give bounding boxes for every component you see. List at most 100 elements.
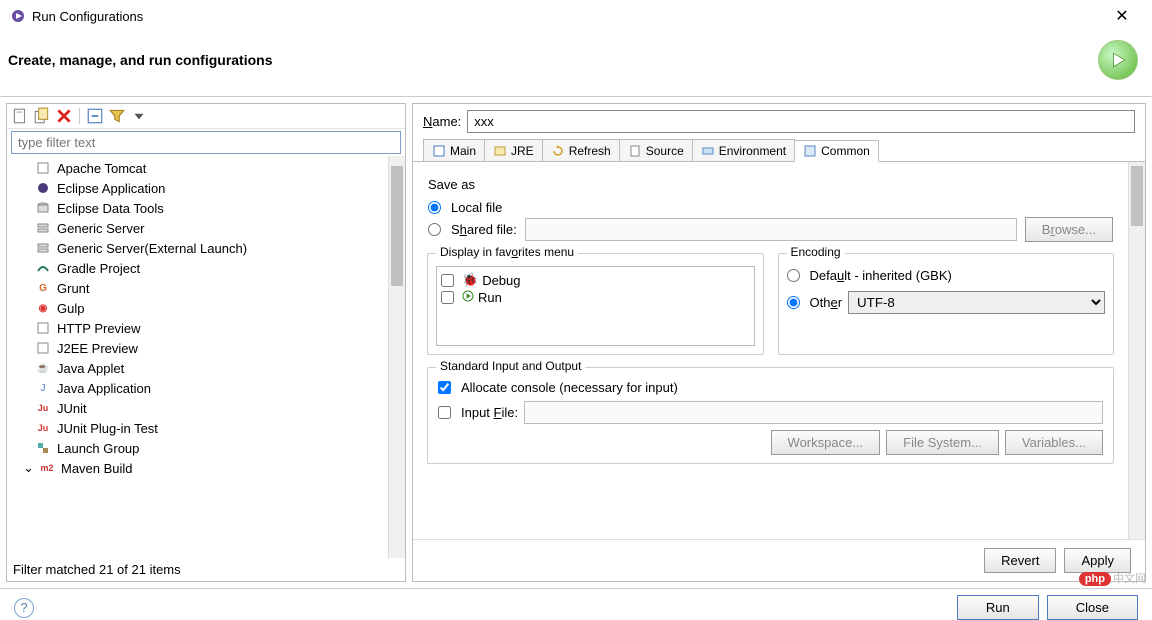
tree-item[interactable]: JuJUnit Plug-in Test — [7, 418, 388, 438]
tab-icon — [803, 144, 817, 158]
tab-refresh[interactable]: Refresh — [542, 139, 620, 161]
tree-item[interactable]: JuJUnit — [7, 398, 388, 418]
tree-item-label: Grunt — [57, 281, 90, 296]
tree-wrap: Apache Tomcat Eclipse Application Eclipse … — [7, 156, 405, 558]
tree-item-label: Eclipse Data Tools — [57, 201, 164, 216]
content-scrollbar[interactable] — [1128, 162, 1145, 539]
tab-jre[interactable]: JRE — [484, 139, 543, 161]
tree-item[interactable]: Launch Group — [7, 438, 388, 458]
new-config-icon[interactable] — [11, 107, 29, 125]
tree-item-label: Maven Build — [61, 461, 133, 476]
tree-item-label: HTTP Preview — [57, 321, 141, 336]
filter-input[interactable] — [11, 131, 401, 154]
allocate-console-check[interactable]: Allocate console (necessary for input) — [438, 378, 1103, 397]
tree-item[interactable]: HTTP Preview — [7, 318, 388, 338]
tab-common[interactable]: Common — [794, 140, 879, 162]
io-group: Standard Input and Output Allocate conso… — [427, 367, 1114, 464]
debug-icon: 🐞 — [462, 272, 478, 288]
tree-item-icon: Ju — [35, 420, 51, 436]
saveas-local-radio[interactable]: Local file — [428, 198, 1113, 217]
favorites-list: 🐞 Debug Run — [436, 266, 755, 346]
tree-item-icon: m2 — [39, 460, 55, 476]
revert-button[interactable]: Revert — [984, 548, 1056, 573]
tree-item[interactable]: ☕Java Applet — [7, 358, 388, 378]
filesystem-button[interactable]: File System... — [886, 430, 999, 455]
saveas-shared-row: Shared file: Browse... — [428, 217, 1113, 242]
close-footer-button[interactable]: Close — [1047, 595, 1138, 620]
encoding-default-radio[interactable]: Default - inherited (GBK) — [787, 266, 1106, 285]
tree-item-label: Apache Tomcat — [57, 161, 146, 176]
tree-item-icon — [35, 200, 51, 216]
tree-item[interactable]: GGrunt — [7, 278, 388, 298]
encoding-select[interactable]: UTF-8 — [848, 291, 1105, 314]
tree-item[interactable]: JJava Application — [7, 378, 388, 398]
window-title: Run Configurations — [32, 9, 143, 24]
tree-item[interactable]: Generic Server(External Launch) — [7, 238, 388, 258]
left-toolbar — [7, 104, 405, 129]
variables-button[interactable]: Variables... — [1005, 430, 1103, 455]
tree-item-icon — [35, 220, 51, 236]
app-icon — [10, 8, 26, 24]
io-legend: Standard Input and Output — [436, 359, 585, 373]
encoding-other-row: Other UTF-8 — [787, 291, 1106, 314]
watermark: php中文网 — [1079, 570, 1146, 586]
name-input[interactable] — [467, 110, 1135, 133]
tab-icon — [628, 144, 642, 158]
tree-item[interactable]: ⌄m2Maven Build — [7, 458, 388, 478]
tab-main[interactable]: Main — [423, 139, 485, 161]
tree-item[interactable]: ◉Gulp — [7, 298, 388, 318]
tabs: MainJRERefreshSourceEnvironmentCommon — [413, 139, 1145, 162]
tree-item-label: JUnit — [57, 401, 87, 416]
tree-item-icon — [35, 160, 51, 176]
favorite-run[interactable]: Run — [441, 289, 750, 306]
tree-item[interactable]: Apache Tomcat — [7, 158, 388, 178]
close-button[interactable]: ✕ — [1102, 6, 1142, 26]
left-panel: Apache Tomcat Eclipse Application Eclipse … — [6, 103, 406, 582]
browse-button[interactable]: Browse... — [1025, 217, 1113, 242]
tree-item[interactable]: Gradle Project — [7, 258, 388, 278]
tree-scrollbar[interactable] — [388, 156, 405, 558]
right-footer: Revert Apply — [413, 539, 1145, 581]
filter-icon[interactable] — [108, 107, 126, 125]
tab-icon — [551, 144, 565, 158]
saveas-group: Save as Local file Shared file: Browse..… — [427, 172, 1114, 253]
collapse-all-icon[interactable] — [86, 107, 104, 125]
encoding-other-radio[interactable]: Other — [787, 293, 843, 312]
input-file-input[interactable] — [524, 401, 1103, 424]
header: Create, manage, and run configurations — [0, 32, 1152, 96]
favorites-group: Display in favorites menu 🐞 Debug Run — [427, 253, 764, 355]
favorite-debug[interactable]: 🐞 Debug — [441, 271, 750, 289]
tree-item-label: Java Applet — [57, 361, 124, 376]
shared-file-input[interactable] — [525, 218, 1017, 241]
tree-item[interactable]: Eclipse Data Tools — [7, 198, 388, 218]
tree-item[interactable]: J2EE Preview — [7, 338, 388, 358]
tab-body-wrap: Save as Local file Shared file: Browse..… — [413, 162, 1145, 539]
tab-icon — [432, 144, 446, 158]
run-button[interactable]: Run — [957, 595, 1039, 620]
toolbar-separator — [79, 108, 80, 124]
run-configurations-window: Run Configurations ✕ Create, manage, and… — [0, 0, 1152, 620]
help-icon[interactable]: ? — [14, 598, 34, 618]
body: Apache Tomcat Eclipse Application Eclipse … — [0, 96, 1152, 588]
tree-item-icon — [35, 320, 51, 336]
duplicate-config-icon[interactable] — [33, 107, 51, 125]
saveas-shared-radio[interactable]: Shared file: — [428, 220, 517, 239]
dropdown-arrow-icon[interactable] — [130, 107, 148, 125]
two-col: Display in favorites menu 🐞 Debug Run — [427, 253, 1114, 355]
tree-item-label: Generic Server(External Launch) — [57, 241, 247, 256]
workspace-button[interactable]: Workspace... — [771, 430, 881, 455]
tab-icon — [493, 144, 507, 158]
favorites-legend: Display in favorites menu — [436, 245, 578, 259]
config-tree[interactable]: Apache Tomcat Eclipse Application Eclipse … — [7, 156, 388, 558]
tree-item-label: Generic Server — [57, 221, 144, 236]
input-file-check[interactable]: Input File: — [438, 403, 518, 422]
right-panel: Name: MainJRERefreshSourceEnvironmentCom… — [412, 103, 1146, 582]
delete-config-icon[interactable] — [55, 107, 73, 125]
tree-item[interactable]: Generic Server — [7, 218, 388, 238]
tree-item-icon — [35, 440, 51, 456]
tab-environment[interactable]: Environment — [692, 139, 795, 161]
tab-source[interactable]: Source — [619, 139, 693, 161]
tree-item-icon — [35, 340, 51, 356]
tree-item[interactable]: Eclipse Application — [7, 178, 388, 198]
encoding-legend: Encoding — [787, 245, 845, 259]
